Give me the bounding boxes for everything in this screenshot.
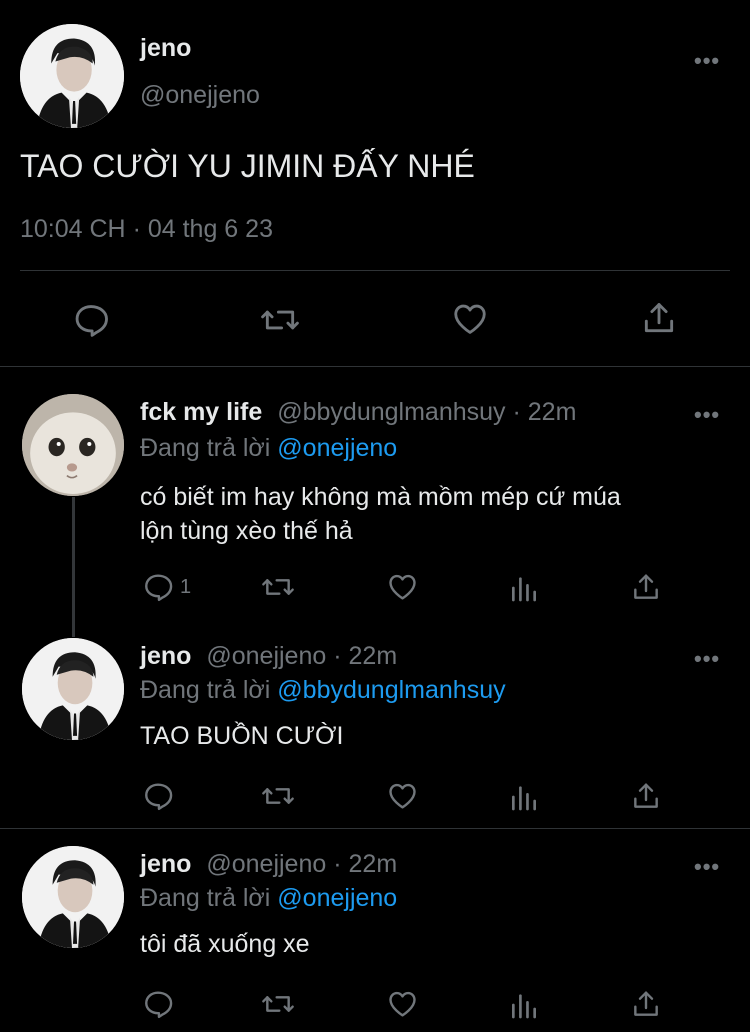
reply-text-line: có biết im hay không mà mồm mép cứ múa — [140, 483, 621, 511]
share-icon[interactable] — [640, 299, 678, 337]
more-options-button[interactable]: ••• — [694, 50, 720, 72]
post-age: 22m — [527, 398, 577, 426]
like-icon[interactable] — [450, 300, 490, 338]
reply-count: 1 — [180, 576, 192, 598]
views-icon[interactable] — [508, 989, 540, 1021]
replying-label: Đang trả lời — [140, 676, 271, 704]
handle[interactable]: @bbydunglmanhsuy — [277, 398, 505, 426]
reply-icon[interactable] — [72, 301, 110, 339]
display-name[interactable]: fck my life — [140, 398, 262, 426]
thread-line — [72, 497, 75, 637]
post-age: 22m — [348, 642, 398, 670]
tweet-text: TAO CƯỜI YU JIMIN ĐẤY NHÉ — [20, 148, 475, 184]
avatar[interactable] — [22, 846, 124, 948]
post-age: 22m — [348, 850, 398, 878]
avatar[interactable] — [22, 638, 124, 740]
tweet-time: 10:04 CH — [20, 215, 126, 243]
cat-photo — [22, 394, 124, 496]
replying-label: Đang trả lời — [140, 884, 271, 912]
retweet-icon[interactable] — [259, 301, 301, 339]
replying-to-line: Đang trả lời @onejjeno — [140, 884, 397, 913]
more-options-button[interactable]: ••• — [694, 648, 720, 670]
reply-icon[interactable] — [142, 988, 174, 1020]
replying-to-line: Đang trả lời @bbydunglmanhsuy — [140, 676, 506, 705]
retweet-icon[interactable] — [260, 988, 296, 1020]
display-name[interactable]: jeno — [140, 850, 191, 878]
reply-text: có biết im hay không mà mồm mép cứ múa l… — [140, 480, 621, 548]
share-icon[interactable] — [630, 988, 662, 1020]
more-options-button[interactable]: ••• — [694, 856, 720, 878]
profile-photo — [22, 638, 124, 740]
like-icon[interactable] — [386, 780, 419, 812]
reply-text: TAO BUỒN CƯỜI — [140, 722, 344, 750]
replying-to-link[interactable]: @onejjeno — [277, 434, 397, 462]
handle[interactable]: @onejjeno — [206, 642, 326, 670]
handle[interactable]: @onejjeno — [206, 850, 326, 878]
replying-label: Đang trả lời — [140, 434, 271, 462]
timestamp-separator: · — [132, 215, 141, 243]
replying-to-link[interactable]: @onejjeno — [277, 884, 397, 912]
retweet-icon[interactable] — [260, 780, 296, 812]
like-icon[interactable] — [386, 571, 419, 603]
views-icon[interactable] — [508, 781, 540, 813]
views-icon[interactable] — [508, 572, 540, 604]
avatar[interactable] — [22, 394, 124, 496]
dot-separator: · — [333, 642, 342, 670]
reply-header: fck my life @bbydunglmanhsuy · 22m — [140, 398, 576, 427]
profile-photo — [22, 846, 124, 948]
avatar[interactable] — [20, 24, 124, 128]
reply-header: jeno @onejjeno · 22m — [140, 850, 397, 879]
reply-icon[interactable] — [142, 780, 174, 812]
retweet-icon[interactable] — [260, 571, 296, 603]
share-icon[interactable] — [630, 780, 662, 812]
reply-icon[interactable] — [142, 571, 174, 603]
section-divider — [0, 828, 750, 829]
reply-header: jeno @onejjeno · 22m — [140, 642, 397, 671]
handle[interactable]: @onejjeno — [140, 81, 260, 110]
dot-separator: · — [333, 850, 342, 878]
display-name[interactable]: jeno — [140, 34, 191, 63]
replying-to-line: Đang trả lời @onejjeno — [140, 434, 397, 463]
replying-to-link[interactable]: @bbydunglmanhsuy — [277, 676, 505, 704]
tweet-timestamp[interactable]: 10:04 CH · 04 thg 6 23 — [20, 215, 273, 244]
reply-text-line: lộn tùng xèo thế hả — [140, 517, 353, 545]
divider — [20, 270, 730, 271]
reply-text: tôi đã xuống xe — [140, 930, 310, 958]
more-options-button[interactable]: ••• — [694, 404, 720, 426]
section-divider — [0, 366, 750, 367]
like-icon[interactable] — [386, 988, 419, 1020]
dot-separator: · — [512, 398, 521, 426]
display-name[interactable]: jeno — [140, 642, 191, 670]
share-icon[interactable] — [630, 571, 662, 603]
profile-photo — [20, 24, 124, 128]
tweet-date: 04 thg 6 23 — [147, 215, 273, 243]
